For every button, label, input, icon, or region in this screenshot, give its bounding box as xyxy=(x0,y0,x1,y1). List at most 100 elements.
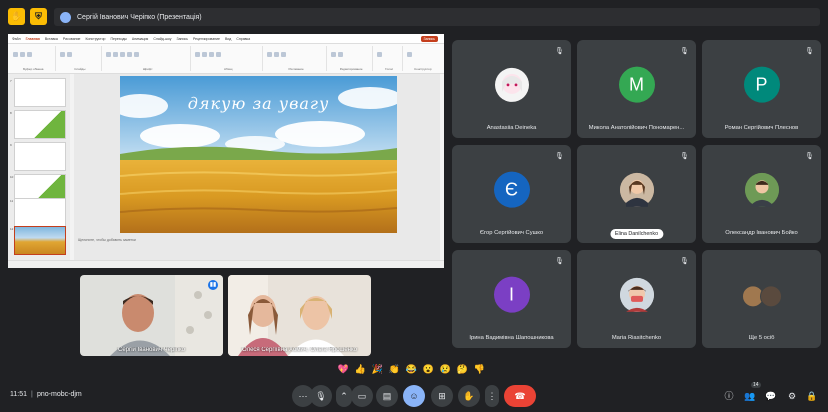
ribbon-tabs: Файл Главная Вставка Рисование Конструкт… xyxy=(8,34,444,44)
separator: | xyxy=(31,391,33,398)
sad-reaction-icon[interactable]: 😢 xyxy=(439,363,452,376)
participant-name: Elina Danilchenko xyxy=(609,229,664,239)
participant-tile[interactable]: 🎙 Elina Danilchenko xyxy=(577,145,696,243)
participant-tile[interactable]: 🎙 P Роман Сергійович Плеснов xyxy=(702,40,821,138)
hand-folder-icon[interactable]: ✋ xyxy=(8,8,25,25)
raise-hand-icon[interactable]: ✋ xyxy=(458,385,480,407)
tab-review[interactable]: Рецензирование xyxy=(193,37,220,41)
participant-tile[interactable]: 🎙 І Ірина Вадимівна Шапошникова xyxy=(452,250,571,348)
presenter-title: Сергій Іванович Черіпко (Презентація) xyxy=(77,13,202,21)
lock-person-icon[interactable]: ⛨ xyxy=(30,8,47,25)
avatar xyxy=(494,67,529,102)
avatar: Є xyxy=(493,171,530,208)
speaking-indicator-icon: ▮▮ xyxy=(208,280,218,290)
notes-placeholder[interactable]: Щелкните, чтобы добавить заметки xyxy=(78,238,136,242)
mic-off-icon: 🎙 xyxy=(555,153,564,160)
laugh-reaction-icon[interactable]: 😂 xyxy=(405,363,418,376)
participant-tile[interactable]: 🎙 Олександр Іванович Бойко xyxy=(702,145,821,243)
party-reaction-icon[interactable]: 🎉 xyxy=(371,363,384,376)
camera-icon[interactable]: ▭ xyxy=(351,385,373,407)
lock-icon[interactable]: 🔒 xyxy=(806,390,818,402)
present-icon[interactable]: ⊞ xyxy=(431,385,453,407)
slide-thumbnail[interactable]: 11 xyxy=(10,198,66,227)
chat-icon[interactable]: 💬 xyxy=(765,390,777,402)
avatar xyxy=(619,172,654,207)
slide-thumbnails: 7 8 9 10 11 12 xyxy=(8,74,70,260)
tab-view[interactable]: Вид xyxy=(225,37,231,41)
ribbon-group-voice: Голос xyxy=(376,46,403,71)
camera-name: Олеся Сергіївна Хомич, Ольга Ярошенко xyxy=(241,347,358,353)
chevron-icon[interactable]: ⌃ xyxy=(336,385,352,407)
participant-name: Anastasiia Deineka xyxy=(486,125,537,131)
people-icon[interactable]: 👥 xyxy=(744,390,756,402)
more-vert-icon[interactable]: ⋮ xyxy=(485,385,499,407)
tab-slideshow[interactable]: Слайд-шоу xyxy=(153,37,171,41)
presenter-avatar xyxy=(60,11,71,23)
grouped-avatars xyxy=(741,285,782,308)
ribbon: Буфер обмена Слайды Шрифт Абзац Рисовани… xyxy=(8,44,444,74)
slide-title: дякую за увагу xyxy=(187,94,330,113)
tab-record[interactable]: Запись xyxy=(176,37,187,41)
camera-tile[interactable]: Олеся Сергіївна Хомич, Ольга Ярошенко xyxy=(228,275,371,356)
mic-icon[interactable]: 🎙 xyxy=(310,385,332,407)
emoji-icon[interactable]: ☺ xyxy=(403,385,425,407)
thumbs-down-reaction-icon[interactable]: 👎 xyxy=(473,363,486,376)
participant-count-badge: 14 xyxy=(751,382,761,388)
participant-tile[interactable]: 🎙 Є Єгор Сергійович Сушко xyxy=(452,145,571,243)
participant-tile[interactable]: 🎙 Maria Riasitchenko xyxy=(577,250,696,348)
more-participants-tile[interactable]: Ще 5 осіб xyxy=(702,250,821,348)
tab-transitions[interactable]: Переходы xyxy=(110,37,126,41)
activities-icon[interactable]: ⚙ xyxy=(786,390,798,402)
surprised-reaction-icon[interactable]: 😮 xyxy=(422,363,435,376)
captions-icon[interactable]: ▤ xyxy=(376,385,398,407)
tab-help[interactable]: Справка xyxy=(236,37,250,41)
ribbon-group-editing: Редактирование xyxy=(330,46,374,71)
mic-off-icon: 🎙 xyxy=(680,153,689,160)
tab-home[interactable]: Главная xyxy=(26,37,40,41)
slide-thumbnail-active[interactable]: 12 xyxy=(10,226,66,255)
top-bar: ✋ ⛨ Сергій Іванович Черіпко (Презентація… xyxy=(0,0,828,34)
more-participants-label: Ще 5 осіб xyxy=(748,335,775,341)
slide-thumbnail[interactable]: 8 xyxy=(10,110,66,139)
participant-name: Роман Сергійович Плеснов xyxy=(724,125,799,131)
heart-reaction-icon[interactable]: 💖 xyxy=(337,363,350,376)
participant-tile[interactable]: 🎙 M Микола Анатолійович Пономарен... xyxy=(577,40,696,138)
ribbon-group-drawing: Рисование xyxy=(266,46,327,71)
participant-tile[interactable]: 🎙 Anastasiia Deineka xyxy=(452,40,571,138)
avatar: P xyxy=(743,66,780,103)
ribbon-group-clipboard: Буфер обмена xyxy=(12,46,56,71)
tab-draw[interactable]: Рисование xyxy=(63,37,81,41)
mic-off-icon: 🎙 xyxy=(805,48,814,55)
tab-file[interactable]: Файл xyxy=(12,37,21,41)
tab-animation[interactable]: Анимация xyxy=(132,37,148,41)
current-slide[interactable]: дякую за увагу xyxy=(120,76,397,233)
status-bar xyxy=(8,260,444,268)
camera-tile-presenter[interactable]: ▮▮ Сергій Іванович Черіпко xyxy=(80,275,223,356)
slide-thumbnail[interactable]: 9 xyxy=(10,142,66,171)
mic-off-icon: 🎙 xyxy=(680,48,689,55)
avatar xyxy=(744,172,779,207)
tab-design[interactable]: Конструктор xyxy=(86,37,106,41)
participant-name: Ірина Вадимівна Шапошникова xyxy=(469,335,554,341)
camera-feed xyxy=(228,275,371,356)
tab-insert[interactable]: Вставка xyxy=(45,37,58,41)
mic-off-icon: 🎙 xyxy=(805,153,814,160)
slide-thumbnail[interactable]: 7 xyxy=(10,78,66,107)
avatar xyxy=(619,277,654,312)
info-icon[interactable]: ⓘ xyxy=(723,390,735,402)
ribbon-group-paragraph: Абзац xyxy=(194,46,264,71)
slide-editor: дякую за увагу Щелкните, чтобы добавить … xyxy=(74,74,440,260)
camera-name: Сергій Іванович Черіпко xyxy=(118,347,185,353)
thumbs-up-reaction-icon[interactable]: 👍 xyxy=(354,363,367,376)
bottom-bar: 11:51 | pno-mobc-djm ⋯ 🎙 ⌃ ▭ ▤ ☺ ⊞ ✋ ⋮ ☎… xyxy=(0,380,828,412)
mic-off-icon: 🎙 xyxy=(555,48,564,55)
clock: 11:51 xyxy=(10,391,27,398)
mic-off-icon: 🎙 xyxy=(680,258,689,265)
record-button[interactable]: Запись xyxy=(420,35,438,42)
clap-reaction-icon[interactable]: 👏 xyxy=(388,363,401,376)
end-call-icon[interactable]: ☎ xyxy=(504,385,536,407)
meeting-code[interactable]: pno-mobc-djm xyxy=(37,391,82,398)
ribbon-group-designer: Конструктор xyxy=(406,46,440,71)
thinking-reaction-icon[interactable]: 🤔 xyxy=(456,363,469,376)
avatar xyxy=(759,285,782,308)
